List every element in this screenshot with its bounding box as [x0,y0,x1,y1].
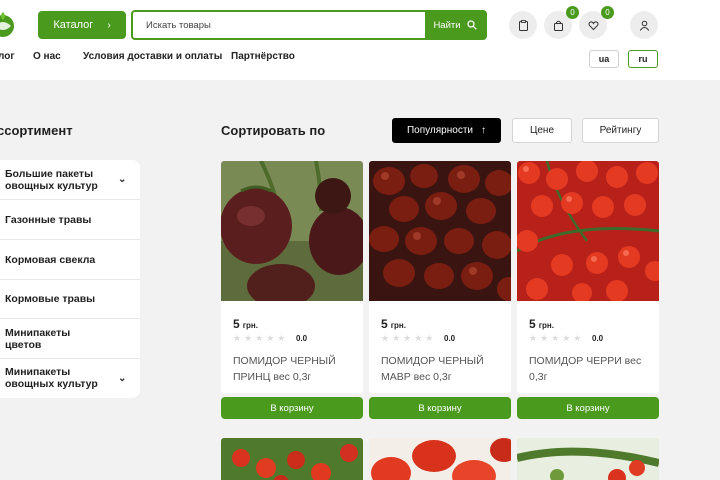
search-icon [466,20,477,30]
rating-value: 0.0 [592,334,604,343]
cart-button[interactable]: 0 [544,6,579,39]
sidebar-item-label: Кормовая свекла [5,253,96,266]
sort-label: Сортировать по [221,123,326,138]
product-name[interactable]: ПОМИДОР ЧЕРНЫЙ ПРИНЦ вес 0,3г [233,353,358,385]
sort-popularity-button[interactable]: Популярности ↑ [392,118,501,143]
product-card[interactable]: 5 грн. ★★★★★ 0.0 ПОМИДОР ЧЕРНЫЙ ПРИНЦ вес… [221,161,363,393]
clipboard-icon [518,19,528,31]
user-icon [639,20,649,31]
add-to-cart-button[interactable]: В корзину [221,397,363,419]
sidebar-item-fodder-grass[interactable]: Кормовые травы [0,279,140,319]
sidebar-item-label: Газонные травы [5,213,92,226]
sidebar-item-label: Минипакеты цветов [5,326,71,351]
wishlist-button[interactable]: 0 [579,6,614,39]
sort-price-button[interactable]: Цене [512,118,572,143]
account-button[interactable] [630,11,658,39]
product-name[interactable]: ПОМИДОР ЧЕРРИ вес 0,3г [529,353,654,385]
rating-stars-icon: ★★★★★ [529,333,585,343]
sidebar-item-big-vegetable-packs[interactable]: Большие пакеты овощных культур ⌄ [0,160,140,200]
site-header: Каталог › Найти 0 0 [0,0,720,80]
add-to-cart-button[interactable]: В корзину [517,397,659,419]
cart-count-badge: 0 [566,6,579,19]
sidebar-item-mini-vegetable-packs[interactable]: Минипакеты овощных культур ⌄ [0,358,140,398]
rating-stars-icon: ★★★★★ [381,333,437,343]
chevron-right-icon: › [107,19,111,31]
arrow-up-icon: ↑ [481,125,486,136]
search-button-label: Найти [433,19,461,31]
product-price: 5 грн. [529,317,554,331]
bag-icon [553,20,563,31]
price-currency: грн. [242,321,258,330]
chevron-down-icon: ⌄ [118,174,127,185]
price-value: 5 [529,317,536,331]
compare-button[interactable] [509,11,537,39]
product-price: 5 грн. [381,317,406,331]
nav-item-partnership[interactable]: Партнёрство [231,51,295,62]
nav-item-blog[interactable]: лог [0,51,15,62]
product-image-cherry[interactable] [517,161,659,301]
sidebar-item-lawn-grass[interactable]: Газонные травы [0,200,140,240]
chevron-down-icon: ⌄ [118,372,127,384]
sidebar-title: ссортимент [0,123,73,138]
heart-icon [587,20,599,30]
rating-value: 0.0 [296,334,308,343]
add-to-cart-button[interactable]: В корзину [369,397,511,419]
rating-stars-icon: ★★★★★ [233,333,289,343]
catalog-label: Каталог [53,19,94,31]
catalog-button[interactable]: Каталог › [38,11,126,39]
product-name[interactable]: ПОМИДОР ЧЕРНЫЙ МАВР вес 0,3г [381,353,506,385]
product-price: 5 грн. [233,317,258,331]
product-image-row2-2[interactable] [369,438,511,480]
product-image-row2-3[interactable] [517,438,659,480]
nav-item-about[interactable]: О нас [33,51,61,62]
sort-rating-button[interactable]: Рейтингу [582,118,659,143]
sidebar-item-label: Большие пакеты овощных культур [5,167,98,192]
sidebar-item-fodder-beet[interactable]: Кормовая свекла [0,240,140,280]
price-value: 5 [381,317,388,331]
search-button[interactable]: Найти [425,12,485,38]
lang-ru[interactable]: ru [628,50,658,68]
wishlist-count-badge: 0 [601,6,614,19]
logo-icon[interactable] [0,10,16,40]
price-currency: грн. [538,321,554,330]
search-bar: Найти [131,10,487,40]
product-card[interactable]: 5 грн. ★★★★★ 0.0 ПОМИДОР ЧЕРРИ вес 0,3г [517,161,659,393]
main-content: ссортимент Большие пакеты овощных культу… [0,80,720,480]
product-image-row2-1[interactable] [221,438,363,480]
search-input[interactable] [133,12,425,38]
category-sidebar: Большие пакеты овощных культур ⌄ Газонны… [0,160,140,398]
sidebar-item-label: Кормовые травы [5,292,96,305]
product-image-black-prince[interactable] [221,161,363,301]
rating-value: 0.0 [444,334,456,343]
product-image-black-moor[interactable] [369,161,511,301]
sidebar-item-mini-flower-packs[interactable]: Минипакеты цветов [0,319,140,359]
price-value: 5 [233,317,240,331]
nav-item-delivery[interactable]: Условия доставки и оплаты [83,51,222,62]
sidebar-item-label: Минипакеты овощных культур [5,366,98,390]
sort-popularity-label: Популярности [406,125,473,136]
lang-ua[interactable]: ua [589,50,619,68]
product-card[interactable]: 5 грн. ★★★★★ 0.0 ПОМИДОР ЧЕРНЫЙ МАВР вес … [369,161,511,393]
price-currency: грн. [390,321,406,330]
